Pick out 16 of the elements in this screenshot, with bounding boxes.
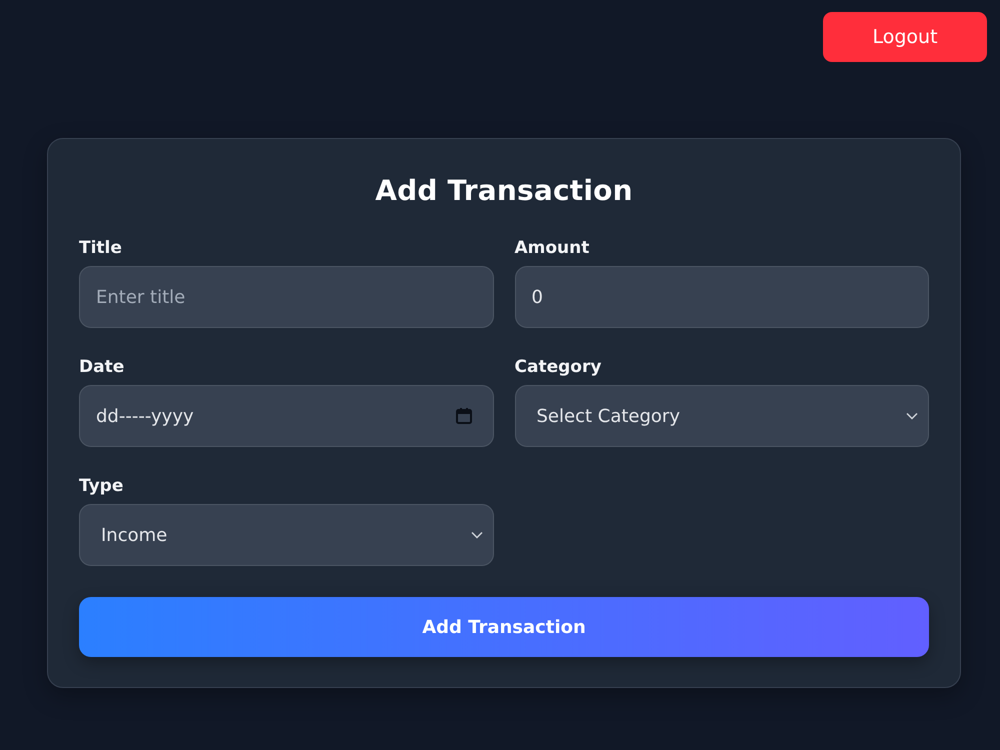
field-label: Category [514, 356, 602, 378]
select-dropdown[interactable]: Select Category [514, 385, 929, 447]
form-title: Add Transaction [374, 173, 634, 209]
calendar-icon[interactable] [454, 407, 472, 425]
field-label: Date [79, 356, 124, 378]
date-field[interactable]: dd-----yyyy [79, 385, 494, 447]
input-field[interactable]: 0 [514, 266, 929, 328]
field-label: Amount [514, 237, 590, 259]
chevron-down-icon [470, 531, 482, 539]
field-label: Type [79, 475, 124, 497]
input-field[interactable]: Enter title [79, 266, 494, 328]
select-dropdown[interactable]: Income [79, 504, 494, 566]
logout-button[interactable]: Logout [823, 12, 987, 62]
field-label: Title [79, 237, 122, 259]
add-transaction-button[interactable]: Add Transaction [79, 597, 929, 657]
chevron-down-icon [906, 412, 918, 420]
